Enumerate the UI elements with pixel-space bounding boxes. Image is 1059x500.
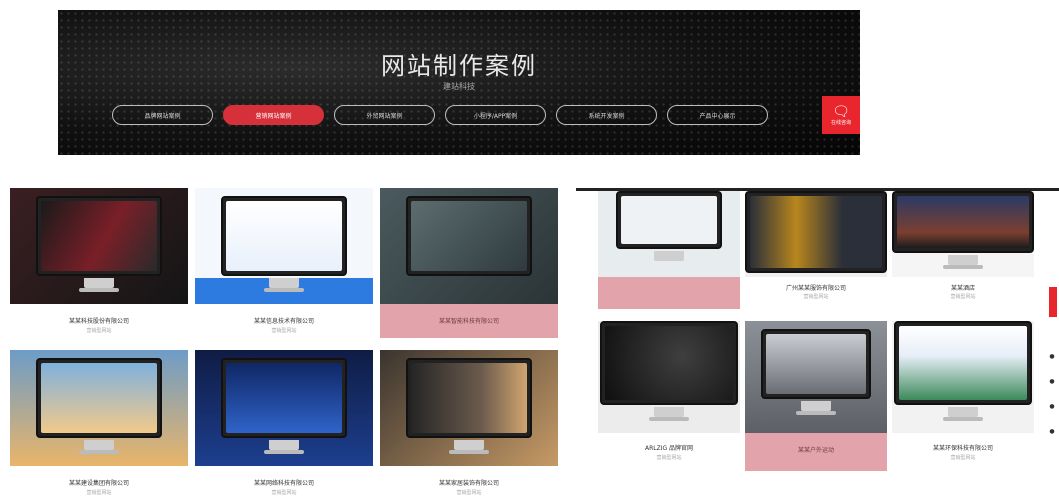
page-subtitle: 建站科技 [443,82,475,91]
case-title: 某某户外运动 [797,447,834,454]
case-card[interactable] [598,191,740,309]
case-title: 某某智能科技有限公司 [438,318,499,325]
hero-banner: 网站制作案例 建站科技 品牌网站案例 营销网站案例 外贸网站案例 小程序/APP… [58,10,860,155]
case-card[interactable]: ARLZIG 品牌官网 营销型网站 [598,321,740,471]
case-title: 某某环保科技有限公司 [932,445,993,452]
tab-products[interactable]: 产品中心展示 [667,105,768,125]
tab-marketing[interactable]: 营销网站案例 [223,105,324,125]
side-chat-tab[interactable] [1049,287,1057,317]
phone-icon[interactable]: ● [1049,353,1054,360]
case-thumbnail [380,188,558,304]
case-card[interactable]: 某某家居装饰有限公司 营销型网站 [380,350,558,500]
side-toolbar: ● ● ● ● [1048,353,1056,435]
case-type: 营销型网站 [950,455,976,461]
case-type: 营销型网站 [803,294,829,300]
case-card[interactable]: 某某酒店 营销型网站 [892,191,1034,309]
right-case-grid: 广州某某服饰有限公司 营销型网站 某某酒店 营销型网站 ARLZIG 品牌官网 … [576,188,1059,500]
case-type: 营销型网站 [271,328,297,334]
back-to-top-icon[interactable]: ● [1049,428,1054,435]
monitor-frame [894,321,1032,405]
case-thumbnail [745,321,887,433]
case-type: 营销型网站 [86,328,112,334]
monitor-frame [616,191,722,249]
tab-system-dev[interactable]: 系统开发案例 [556,105,657,125]
case-thumbnail [195,188,373,304]
case-thumbnail [745,191,887,277]
case-type: 营销型网站 [456,490,482,496]
wechat-icon[interactable]: ● [1049,403,1054,410]
tab-mini-program[interactable]: 小程序/APP案例 [445,105,546,125]
monitor-frame [221,196,347,276]
case-thumbnail [892,191,1034,277]
case-title: 某某建设集团有限公司 [68,480,129,487]
monitor-frame [406,196,532,276]
case-thumbnail [10,188,188,304]
case-title: ARLZIG 品牌官网 [644,445,694,452]
case-thumbnail [892,321,1034,433]
case-card[interactable]: 某某科技股份有限公司 营销型网站 [10,188,188,338]
case-card[interactable]: 某某网络科技有限公司 营销型网站 [195,350,373,500]
left-case-grid: 某某科技股份有限公司 营销型网站 某某信息技术有限公司 营销型网站 某某智能科技… [10,188,558,500]
page-title: 网站制作案例 [381,52,537,80]
case-title: 广州某某服饰有限公司 [785,285,846,292]
monitor-frame [406,358,532,438]
chat-bubble-icon: 🗨 [832,103,850,120]
case-type: 营销型网站 [950,294,976,300]
case-title: 某某酒店 [950,285,975,292]
case-card[interactable]: 某某户外运动 [745,321,887,471]
case-thumbnail [598,321,740,433]
monitor-frame [221,358,347,438]
case-card[interactable]: 某某智能科技有限公司 [380,188,558,338]
chat-button[interactable]: 🗨 在线咨询 [822,96,860,134]
case-title: 某某信息技术有限公司 [253,318,314,325]
tab-foreign-trade[interactable]: 外贸网站案例 [334,105,435,125]
case-card[interactable]: 某某信息技术有限公司 营销型网站 [195,188,373,338]
monitor-frame [761,329,871,399]
case-type: 营销型网站 [271,490,297,496]
case-thumbnail [195,350,373,466]
case-title: 某某网络科技有限公司 [253,480,314,487]
case-card[interactable]: 广州某某服饰有限公司 营销型网站 [745,191,887,309]
case-thumbnail [10,350,188,466]
case-thumbnail [380,350,558,466]
case-highlight [598,277,740,309]
case-type: 营销型网站 [86,490,112,496]
monitor-frame [745,191,887,273]
case-title: 某某科技股份有限公司 [68,318,129,325]
case-card[interactable]: 某某环保科技有限公司 营销型网站 [892,321,1034,471]
case-title: 某某家居装饰有限公司 [438,480,499,487]
category-tabs: 品牌网站案例 营销网站案例 外贸网站案例 小程序/APP案例 系统开发案例 产品… [112,105,768,125]
monitor-frame [600,321,738,405]
case-thumbnail [598,191,740,277]
monitor-frame [36,196,162,276]
chat-label: 在线咨询 [830,119,851,126]
monitor-frame [36,358,162,438]
message-icon[interactable]: ● [1049,378,1054,385]
monitor-frame [892,191,1034,253]
case-card[interactable]: 某某建设集团有限公司 营销型网站 [10,350,188,500]
tab-brand[interactable]: 品牌网站案例 [112,105,213,125]
case-type: 营销型网站 [656,455,682,461]
